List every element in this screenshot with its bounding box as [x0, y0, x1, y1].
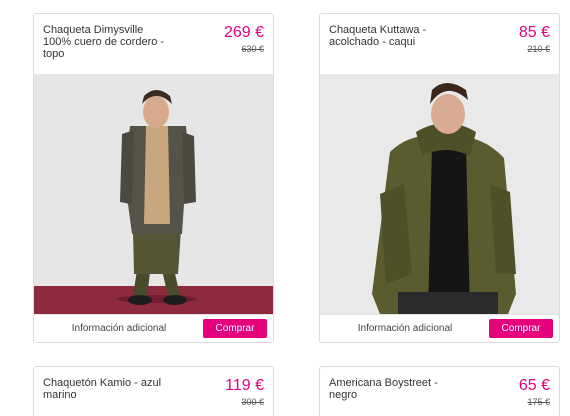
product-card[interactable]: Chaqueta Kuttawa - acolchado - caqui 85 …: [319, 13, 560, 343]
product-title[interactable]: Americana Boystreet - negro: [329, 377, 469, 401]
more-info-link[interactable]: Información adicional: [320, 315, 490, 343]
product-old-price: 175 €: [527, 397, 550, 407]
product-card[interactable]: Americana Boystreet - negro 65 € 175 €: [319, 366, 560, 416]
product-title[interactable]: Chaqueta Dimysville 100% cuero de corder…: [43, 24, 183, 60]
product-title[interactable]: Chaquetón Kamio - azul marino: [43, 377, 183, 401]
product-footer: Información adicional Comprar: [34, 314, 273, 343]
buy-button[interactable]: Comprar: [489, 319, 553, 338]
product-image[interactable]: [34, 74, 273, 314]
product-price: 269 €: [223, 24, 264, 41]
product-footer: Información adicional Comprar: [320, 314, 559, 343]
product-header: Chaqueta Kuttawa - acolchado - caqui 85 …: [320, 14, 559, 74]
product-header: Chaquetón Kamio - azul marino 119 € 300 …: [34, 367, 273, 416]
product-old-price: 300 €: [241, 397, 264, 407]
product-header: Chaqueta Dimysville 100% cuero de corder…: [34, 14, 273, 74]
more-info-link[interactable]: Información adicional: [34, 315, 204, 343]
product-header: Americana Boystreet - negro 65 € 175 €: [320, 367, 559, 416]
product-old-price: 210 €: [527, 44, 550, 54]
product-price: 119 €: [225, 377, 264, 394]
product-card[interactable]: Chaqueta Dimysville 100% cuero de corder…: [33, 13, 274, 343]
product-card[interactable]: Chaquetón Kamio - azul marino 119 € 300 …: [33, 366, 274, 416]
buy-button[interactable]: Comprar: [203, 319, 267, 338]
product-old-price: 630 €: [241, 44, 264, 54]
product-image[interactable]: [320, 74, 559, 314]
product-price: 85 €: [518, 24, 550, 41]
product-title[interactable]: Chaqueta Kuttawa - acolchado - caqui: [329, 24, 469, 48]
product-price: 65 €: [518, 377, 550, 394]
